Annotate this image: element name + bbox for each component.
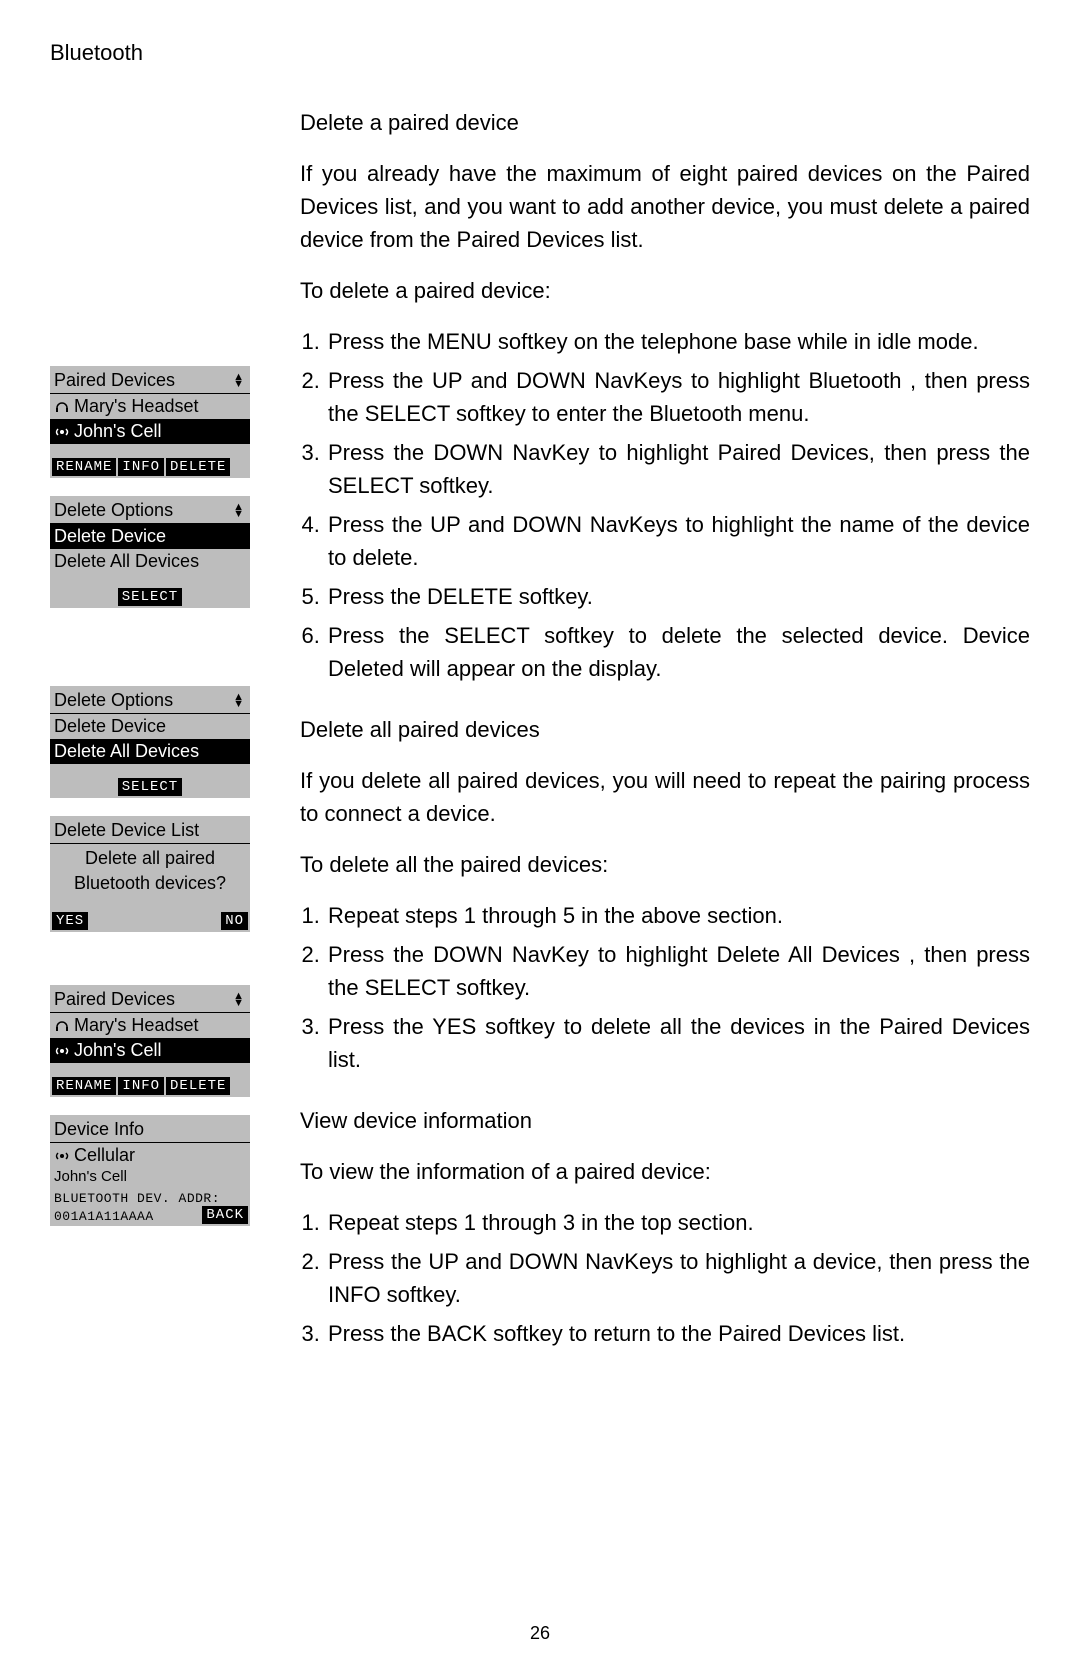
lcd-confirm-delete-all: Delete Device List Delete all paired Blu… bbox=[50, 816, 250, 932]
sidebar-screens: Paired Devices ▲▼ Mary's Headset John's … bbox=[50, 106, 260, 1378]
step: Press the YES softkey to delete all the … bbox=[326, 1010, 1030, 1076]
lcd-title-text: Paired Devices bbox=[54, 370, 175, 391]
lcd-item: John's Cell bbox=[74, 421, 161, 442]
page-number: 26 bbox=[0, 1623, 1080, 1644]
lcd-title-text: Delete Device List bbox=[54, 820, 199, 841]
softkey-rename: RENAME bbox=[52, 458, 116, 476]
softkey-select: SELECT bbox=[118, 778, 182, 796]
section-title: Delete a paired device bbox=[300, 106, 1030, 139]
headset-icon bbox=[54, 1018, 70, 1034]
lcd-device-info: Device Info Cellular John's Cell BLUETOO… bbox=[50, 1115, 250, 1226]
softkey-back: BACK bbox=[202, 1206, 248, 1224]
lcd-item: Delete Device bbox=[54, 526, 166, 547]
page-layout: Paired Devices ▲▼ Mary's Headset John's … bbox=[50, 106, 1030, 1378]
step: Press the MENU softkey on the telephone … bbox=[326, 325, 1030, 358]
lcd-message-line: Delete all paired bbox=[50, 844, 250, 873]
section-title: Delete all paired devices bbox=[300, 713, 1030, 746]
lcd-title-text: Delete Options bbox=[54, 500, 173, 521]
cellular-icon bbox=[54, 424, 70, 440]
cellular-icon bbox=[54, 1148, 70, 1164]
headset-icon bbox=[54, 399, 70, 415]
softkey-info: INFO bbox=[118, 1077, 164, 1095]
updown-icon: ▲▼ bbox=[233, 694, 244, 708]
lcd-item: Delete Device bbox=[54, 716, 166, 737]
section-lead: To delete all the paired devices: bbox=[300, 848, 1030, 881]
lcd-delete-options-2: Delete Options ▲▼ Delete Device Delete A… bbox=[50, 686, 250, 798]
section-intro: If you delete all paired devices, you wi… bbox=[300, 764, 1030, 830]
lcd-message-line: Bluetooth devices? bbox=[50, 873, 250, 898]
main-content: Delete a paired device If you already ha… bbox=[300, 106, 1030, 1378]
softkey-rename: RENAME bbox=[52, 1077, 116, 1095]
updown-icon: ▲▼ bbox=[233, 504, 244, 518]
section1-steps: Press the MENU softkey on the telephone … bbox=[300, 325, 1030, 685]
step: Press the UP and DOWN NavKeys to highlig… bbox=[326, 1245, 1030, 1311]
softkey-delete: DELETE bbox=[166, 1077, 230, 1095]
lcd-item: Delete All Devices bbox=[54, 551, 199, 572]
step: Press the DELETE softkey. bbox=[326, 580, 1030, 613]
lcd-item: John's Cell bbox=[74, 1040, 161, 1061]
lcd-paired-devices-2: Paired Devices ▲▼ Mary's Headset John's … bbox=[50, 985, 250, 1097]
section2-steps: Repeat steps 1 through 5 in the above se… bbox=[300, 899, 1030, 1076]
section3-steps: Repeat steps 1 through 3 in the top sect… bbox=[300, 1206, 1030, 1350]
softkey-select: SELECT bbox=[118, 588, 182, 606]
section-title: View device information bbox=[300, 1104, 1030, 1137]
softkey-info: INFO bbox=[118, 458, 164, 476]
bt-addr-label: BLUETOOTH DEV. ADDR: bbox=[50, 1191, 250, 1206]
section-lead: To view the information of a paired devi… bbox=[300, 1155, 1030, 1188]
lcd-title-text: Delete Options bbox=[54, 690, 173, 711]
device-type: Cellular bbox=[74, 1145, 135, 1166]
step: Press the DOWN NavKey to highlight Delet… bbox=[326, 938, 1030, 1004]
softkey-yes: YES bbox=[52, 912, 88, 930]
device-name: John's Cell bbox=[50, 1168, 250, 1185]
softkey-delete: DELETE bbox=[166, 458, 230, 476]
softkey-no: NO bbox=[221, 912, 248, 930]
step: Repeat steps 1 through 5 in the above se… bbox=[326, 899, 1030, 932]
step: Repeat steps 1 through 3 in the top sect… bbox=[326, 1206, 1030, 1239]
lcd-paired-devices: Paired Devices ▲▼ Mary's Headset John's … bbox=[50, 366, 250, 478]
updown-icon: ▲▼ bbox=[233, 374, 244, 388]
updown-icon: ▲▼ bbox=[233, 993, 244, 1007]
lcd-title-text: Paired Devices bbox=[54, 989, 175, 1010]
lcd-item: Mary's Headset bbox=[74, 1015, 198, 1036]
page-header: Bluetooth bbox=[50, 40, 1030, 66]
lcd-item: Mary's Headset bbox=[74, 396, 198, 417]
step: Press the UP and DOWN NavKeys to highlig… bbox=[326, 364, 1030, 430]
step: Press the SELECT softkey to delete the s… bbox=[326, 619, 1030, 685]
section-lead: To delete a paired device: bbox=[300, 274, 1030, 307]
step: Press the DOWN NavKey to highlight Paire… bbox=[326, 436, 1030, 502]
cellular-icon bbox=[54, 1043, 70, 1059]
lcd-item: Delete All Devices bbox=[54, 741, 199, 762]
step: Press the UP and DOWN NavKeys to highlig… bbox=[326, 508, 1030, 574]
lcd-delete-options-1: Delete Options ▲▼ Delete Device Delete A… bbox=[50, 496, 250, 608]
section-intro: If you already have the maximum of eight… bbox=[300, 157, 1030, 256]
bt-addr: 001A1A11AAAA bbox=[50, 1209, 158, 1224]
step: Press the BACK softkey to return to the … bbox=[326, 1317, 1030, 1350]
lcd-title-text: Device Info bbox=[54, 1119, 144, 1140]
